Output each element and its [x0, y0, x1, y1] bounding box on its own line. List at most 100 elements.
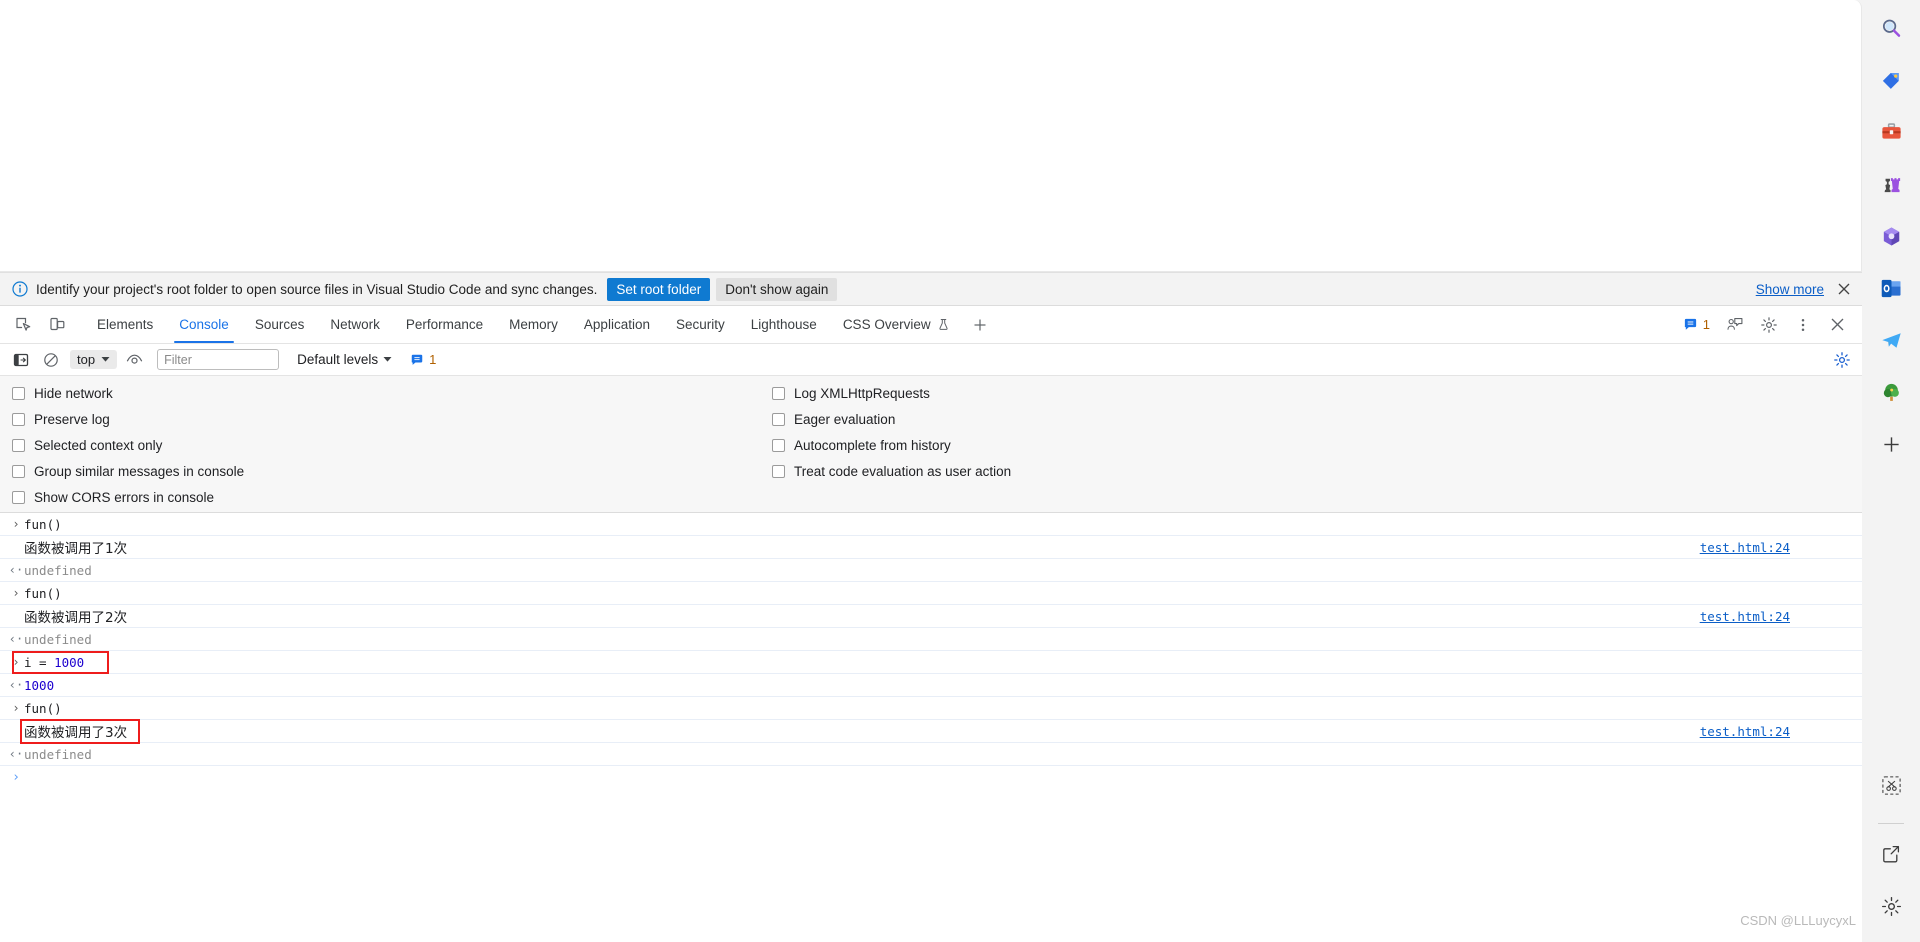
- tab-security[interactable]: Security: [663, 306, 738, 343]
- checkbox[interactable]: [12, 464, 25, 478]
- tab-sources[interactable]: Sources: [242, 306, 318, 343]
- source-link[interactable]: test.html:24: [1700, 609, 1790, 624]
- experiment-flask-icon: [937, 318, 950, 331]
- screenshot-capture-icon[interactable]: [1871, 765, 1911, 805]
- checkbox[interactable]: [12, 412, 25, 426]
- checkbox[interactable]: [772, 412, 785, 426]
- output-arrow-icon: ‹·: [8, 563, 24, 577]
- tab-application[interactable]: Application: [571, 306, 663, 343]
- tab-performance[interactable]: Performance: [393, 306, 496, 343]
- checkbox[interactable]: [772, 438, 785, 452]
- set-root-folder-button[interactable]: Set root folder: [607, 277, 711, 301]
- setting-treat-code-evaluation-as-user-action[interactable]: Treat code evaluation as user action: [772, 462, 1011, 480]
- tab-label: Network: [330, 317, 380, 332]
- setting-hide-network[interactable]: Hide network: [12, 384, 752, 402]
- show-more-link[interactable]: Show more: [1756, 282, 1824, 297]
- tab-console[interactable]: Console: [166, 306, 242, 343]
- setting-eager-evaluation[interactable]: Eager evaluation: [772, 410, 1011, 428]
- console-result: 1000: [24, 677, 55, 693]
- chevron-down-icon: [383, 357, 392, 362]
- live-expression-icon[interactable]: [121, 348, 147, 372]
- console-expression-assignment: i =: [24, 654, 55, 670]
- tab-lighthouse[interactable]: Lighthouse: [738, 306, 830, 343]
- sidebar-settings-icon[interactable]: [1871, 886, 1911, 926]
- dont-show-again-button[interactable]: Don't show again: [716, 277, 838, 301]
- devtools-tab-strip: Elements Console Sources Network Perform…: [0, 306, 1862, 344]
- console-prompt-row[interactable]: ›: [0, 766, 1862, 789]
- console-output-row[interactable]: ‹· undefined: [0, 559, 1862, 582]
- checkbox[interactable]: [12, 490, 25, 504]
- setting-group-similar-messages[interactable]: Group similar messages in console: [12, 462, 752, 480]
- inspect-element-icon[interactable]: [6, 306, 40, 343]
- setting-selected-context-only[interactable]: Selected context only: [12, 436, 752, 454]
- console-output-row[interactable]: ‹· undefined: [0, 628, 1862, 651]
- console-input-row-highlighted[interactable]: › i = 1000: [0, 651, 1862, 674]
- tab-elements[interactable]: Elements: [84, 306, 166, 343]
- setting-label: Eager evaluation: [794, 411, 896, 427]
- checkbox[interactable]: [772, 464, 785, 478]
- close-devtools-icon[interactable]: [1822, 310, 1852, 340]
- console-input-row[interactable]: › fun(): [0, 582, 1862, 605]
- console-log-list[interactable]: › fun() 函数被调用了1次 test.html:24 ‹· undefin…: [0, 513, 1862, 942]
- settings-gear-icon[interactable]: [1754, 310, 1784, 340]
- console-message-row-highlighted[interactable]: 函数被调用了3次 test.html:24: [0, 719, 1862, 744]
- edge-browser-sidebar: [1862, 0, 1920, 942]
- microsoft-365-icon[interactable]: [1871, 216, 1911, 256]
- console-settings-left-column: Hide network Preserve log Selected conte…: [12, 384, 752, 506]
- message-bubble-icon: [411, 354, 423, 365]
- source-link[interactable]: test.html:24: [1700, 540, 1790, 555]
- checkbox[interactable]: [772, 386, 785, 400]
- tab-label: Console: [179, 317, 229, 332]
- message-count: 1: [1702, 317, 1710, 332]
- execution-context-selector[interactable]: top: [70, 350, 118, 369]
- console-message-row[interactable]: 函数被调用了2次 test.html:24: [0, 605, 1862, 628]
- device-toolbar-icon[interactable]: [40, 306, 74, 343]
- console-output-row[interactable]: ‹· undefined: [0, 743, 1862, 766]
- clear-console-icon[interactable]: [38, 348, 64, 372]
- console-input-row[interactable]: › fun(): [0, 513, 1862, 536]
- source-link[interactable]: test.html:24: [1700, 724, 1790, 739]
- browser-page-viewport: [0, 0, 1862, 272]
- console-settings-gear-icon[interactable]: [1828, 346, 1856, 373]
- close-icon[interactable]: [1836, 281, 1852, 297]
- shopping-tag-icon[interactable]: [1871, 60, 1911, 100]
- chevron-down-icon: [101, 357, 110, 362]
- tree-icon[interactable]: [1871, 372, 1911, 412]
- checkbox[interactable]: [12, 438, 25, 452]
- console-message-row[interactable]: 函数被调用了1次 test.html:24: [0, 536, 1862, 559]
- tab-label: Security: [675, 317, 725, 332]
- tab-css-overview[interactable]: CSS Overview: [830, 306, 963, 343]
- checkbox[interactable]: [12, 386, 25, 400]
- setting-autocomplete-from-history[interactable]: Autocomplete from history: [772, 436, 1011, 454]
- input-arrow-icon: ›: [12, 655, 20, 669]
- tab-label: CSS Overview: [842, 317, 931, 332]
- banner-right-actions: Show more: [1756, 281, 1852, 297]
- tools-briefcase-icon[interactable]: [1871, 112, 1911, 152]
- setting-preserve-log[interactable]: Preserve log: [12, 410, 752, 428]
- open-in-new-window-icon[interactable]: [1871, 834, 1911, 874]
- console-input-row[interactable]: › fun(): [0, 697, 1862, 720]
- tab-memory[interactable]: Memory: [496, 306, 571, 343]
- setting-show-cors-errors[interactable]: Show CORS errors in console: [12, 488, 752, 506]
- watermark-text: CSDN @LLLuycyxL: [1740, 913, 1856, 928]
- console-message-text: 函数被调用了3次: [24, 725, 128, 741]
- search-icon[interactable]: [1871, 8, 1911, 48]
- banner-message: Identify your project's root folder to o…: [36, 281, 598, 297]
- feedback-icon[interactable]: [1720, 310, 1750, 340]
- issues-message-badge[interactable]: 1: [1677, 317, 1716, 332]
- console-output-row[interactable]: ‹· 1000: [0, 674, 1862, 697]
- filter-input[interactable]: [157, 349, 280, 370]
- outlook-icon[interactable]: [1871, 268, 1911, 308]
- add-sidebar-app-icon[interactable]: [1871, 424, 1911, 464]
- console-message-badge[interactable]: 1: [410, 352, 436, 367]
- telegram-icon[interactable]: [1871, 320, 1911, 360]
- tab-network[interactable]: Network: [317, 306, 393, 343]
- log-levels-selector[interactable]: Default levels: [297, 352, 392, 367]
- plus-icon[interactable]: [963, 306, 997, 343]
- setting-log-xmlhttprequests[interactable]: Log XMLHttpRequests: [772, 384, 1011, 402]
- console-sidebar-icon[interactable]: [8, 348, 34, 372]
- more-options-icon[interactable]: [1788, 310, 1818, 340]
- games-icon[interactable]: [1871, 164, 1911, 204]
- console-message-text: 函数被调用了2次: [24, 610, 128, 626]
- setting-label: Autocomplete from history: [794, 437, 951, 453]
